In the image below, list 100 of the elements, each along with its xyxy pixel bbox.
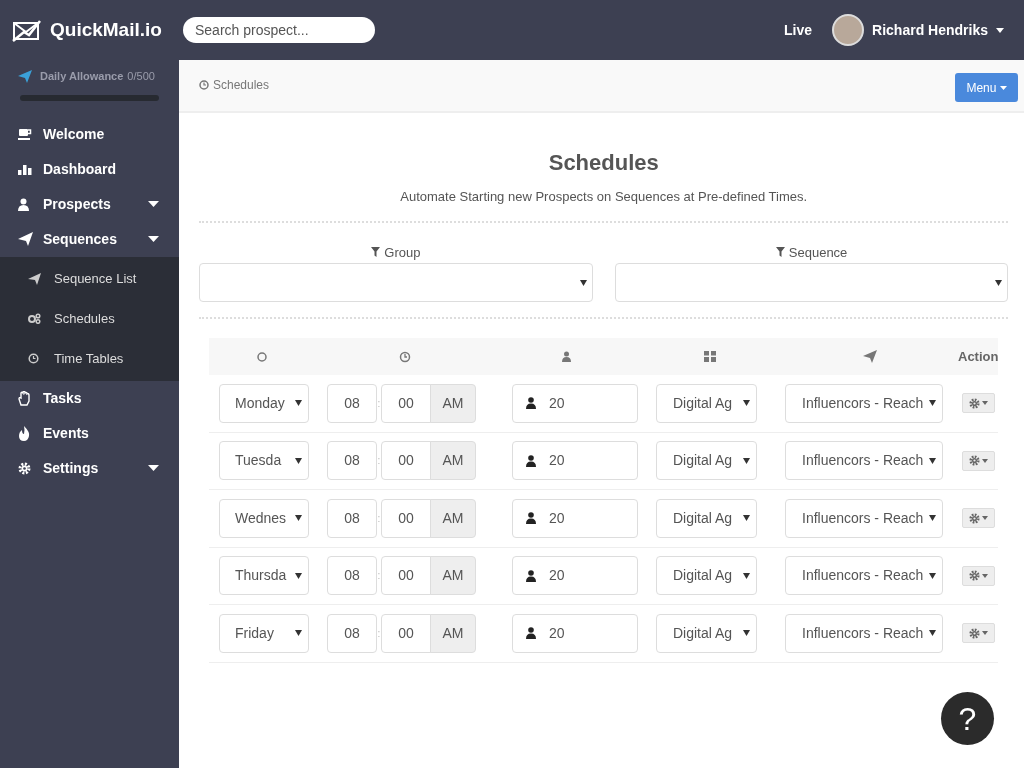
caret-icon [981, 516, 988, 521]
sequence-dropdown[interactable]: Influencors - Reach [785, 441, 943, 481]
day-dropdown[interactable]: Wednes [219, 498, 309, 538]
breadcrumb[interactable]: Schedules [213, 76, 270, 94]
day-dropdown[interactable]: Monday [219, 383, 309, 423]
settings-icon [968, 397, 980, 409]
action-button[interactable] [961, 565, 995, 586]
gears-icon [28, 313, 41, 324]
group-dropdown[interactable]: Digital Ag [656, 556, 757, 596]
paper-plane-icon [863, 350, 877, 363]
submenu-item[interactable]: Time Tables [0, 338, 179, 379]
group-dropdown[interactable]: Digital Ag [656, 441, 757, 481]
am-pm-toggle[interactable]: AM [430, 498, 476, 538]
sidebar-item[interactable]: Tasks [0, 380, 179, 416]
avatar[interactable] [832, 14, 865, 46]
hour-field[interactable]: 08 [327, 441, 377, 481]
page-title: Schedules [547, 149, 660, 177]
search-field[interactable]: Search prospect... [183, 17, 375, 43]
am-pm-toggle[interactable]: AM [430, 441, 476, 481]
sequence-dropdown[interactable]: Influencors - Reach [785, 383, 943, 423]
time-separator: : [377, 454, 381, 469]
caret-icon [1000, 85, 1008, 90]
action-button[interactable] [961, 623, 995, 644]
filter-label: Sequence [788, 243, 848, 262]
sidebar-item[interactable]: Prospects [0, 186, 179, 222]
hour-field[interactable]: 08 [327, 498, 377, 538]
hour-field[interactable]: 08 [327, 556, 377, 596]
brand-name[interactable]: QuickMail.io [50, 15, 162, 45]
am-pm-toggle[interactable]: AM [430, 556, 476, 596]
grid-icon [704, 351, 716, 362]
count-field[interactable]: 20 [512, 498, 638, 538]
paper-plane-icon [28, 272, 41, 285]
caret-icon [981, 631, 988, 636]
settings-icon [18, 461, 31, 475]
sidebar-item[interactable]: Welcome [0, 116, 179, 152]
filter-icon [775, 247, 785, 258]
am-pm-toggle[interactable]: AM [430, 383, 476, 423]
help-button[interactable]: ? [941, 692, 994, 745]
day-dropdown[interactable]: Thursda [219, 556, 309, 596]
envelope-chart-icon [12, 18, 42, 42]
caret-icon [743, 515, 750, 522]
filter-icon [371, 247, 381, 258]
submenu-item[interactable]: Schedules [0, 298, 179, 339]
action-button[interactable] [961, 450, 995, 471]
group-dropdown[interactable]: Digital Ag [656, 383, 757, 423]
settings-icon [968, 512, 980, 524]
count-field[interactable]: 20 [512, 613, 638, 653]
caret-icon [929, 457, 936, 464]
menu-button[interactable]: Menu [955, 73, 1019, 102]
caret-icon [743, 400, 750, 407]
person-icon [526, 569, 536, 582]
caret-icon [295, 515, 302, 522]
caret-icon [295, 572, 302, 579]
clock-icon [398, 350, 411, 363]
sequence-dropdown[interactable]: Influencors - Reach [785, 556, 943, 596]
paper-plane-icon [18, 69, 32, 83]
am-pm-toggle[interactable]: AM [430, 613, 476, 653]
hour-field[interactable]: 08 [327, 613, 377, 653]
caret-icon [981, 573, 988, 578]
count-field[interactable]: 20 [512, 383, 638, 423]
caret-icon [743, 630, 750, 637]
caret-icon [981, 458, 988, 463]
time-separator: : [377, 396, 381, 411]
day-dropdown[interactable]: Friday [219, 613, 309, 653]
paper-plane-icon [18, 232, 33, 246]
person-icon [526, 397, 536, 410]
sidebar-item[interactable]: Settings [0, 450, 179, 486]
person-icon [526, 627, 536, 640]
person-icon [18, 197, 29, 211]
count-field[interactable]: 20 [512, 556, 638, 596]
time-separator: : [377, 511, 381, 526]
submenu-item[interactable]: Sequence List [0, 258, 179, 299]
person-icon [561, 351, 571, 362]
day-dropdown[interactable]: Tuesda [219, 441, 309, 481]
page-subtitle: Automate Starting new Prospects on Sequences at Pre-defined Times. [399, 188, 809, 206]
action-button[interactable] [961, 393, 995, 414]
cup-icon [18, 128, 32, 140]
sidebar-item[interactable]: Events [0, 415, 179, 451]
sequence-dropdown[interactable]: Influencors - Reach [785, 613, 943, 653]
caret-icon [981, 401, 988, 406]
settings-icon [968, 570, 980, 582]
settings-icon [968, 627, 980, 639]
group-dropdown[interactable]: Digital Ag [656, 498, 757, 538]
live-link[interactable]: Live [784, 19, 813, 41]
allowance-label: Daily Allowance [40, 69, 124, 84]
count-field[interactable]: 20 [512, 441, 638, 481]
sidebar-item[interactable]: Sequences [0, 221, 179, 257]
action-button[interactable] [961, 508, 995, 529]
person-icon [526, 454, 536, 467]
group-dropdown[interactable]: Digital Ag [656, 613, 757, 653]
caret-icon [929, 400, 936, 407]
sidebar-item[interactable]: Dashboard [0, 151, 179, 187]
time-separator: : [377, 569, 381, 584]
allowance-count: 0/500 [127, 69, 155, 84]
user-menu[interactable]: Richard Hendriks [872, 19, 988, 41]
sequence-dropdown[interactable]: Influencors - Reach [785, 498, 943, 538]
bar-chart-icon [18, 163, 32, 175]
hour-field[interactable]: 08 [327, 383, 377, 423]
flame-icon [18, 425, 30, 441]
clock-icon [199, 80, 209, 90]
